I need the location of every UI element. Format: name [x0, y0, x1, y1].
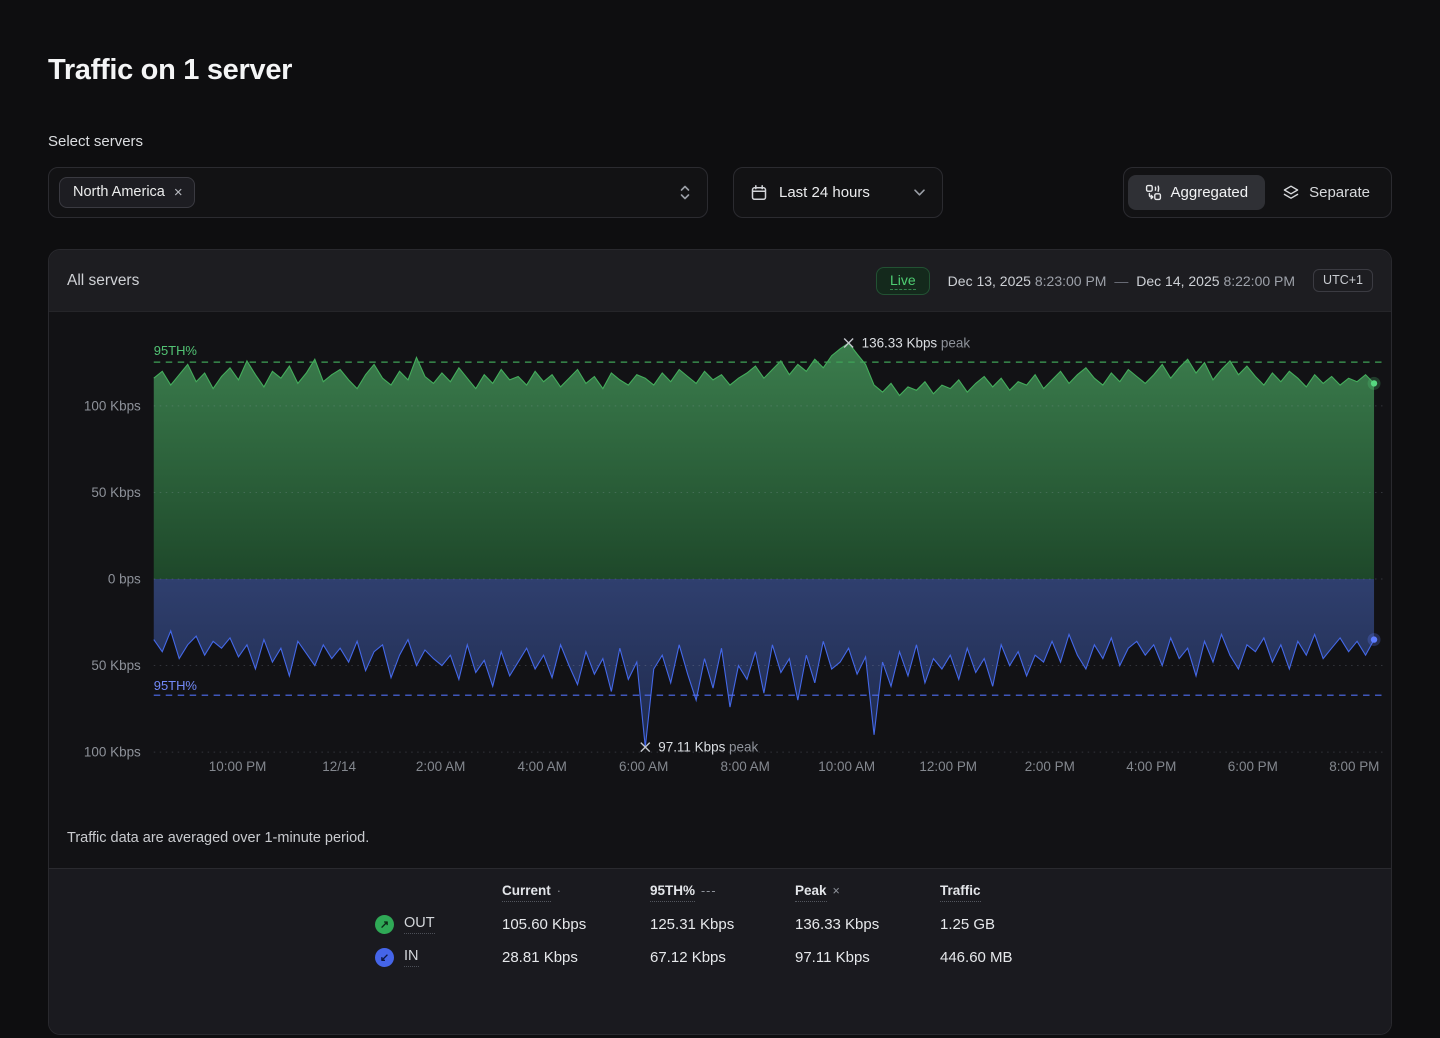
- y-tick-label: 100 Kbps: [84, 745, 141, 760]
- out-label: OUT: [404, 915, 435, 934]
- x-tick-label: 12/14: [322, 759, 356, 774]
- x-tick-label: 4:00 AM: [517, 759, 566, 774]
- selected-server-name: North America: [73, 184, 165, 200]
- x-tick-label: 10:00 PM: [209, 759, 267, 774]
- page-title: Traffic on 1 server: [48, 54, 1392, 87]
- download-arrow-icon: ↙: [375, 948, 394, 967]
- current-dot-icon: ·: [557, 884, 562, 898]
- x-tick-label: 8:00 PM: [1329, 759, 1379, 774]
- out-current: 105.60 Kbps: [502, 909, 650, 940]
- range-dash: —: [1110, 273, 1132, 289]
- table-row-out: ↗ OUT 105.60 Kbps 125.31 Kbps 136.33 Kbp…: [375, 908, 1391, 941]
- live-badge[interactable]: Live: [876, 267, 930, 295]
- controls-row: North America × Last 24 hours: [48, 167, 1392, 218]
- upload-arrow-icon: ↗: [375, 915, 394, 934]
- server-select[interactable]: North America ×: [48, 167, 708, 218]
- view-mode-toggle: Aggregated Separate: [1123, 167, 1392, 218]
- x-tick-label: 2:00 PM: [1025, 759, 1075, 774]
- x-tick-label: 10:00 AM: [818, 759, 875, 774]
- out-95th-label: 95TH%: [154, 343, 198, 358]
- in-95th: 67.12 Kbps: [650, 942, 795, 973]
- traffic-panel: All servers Live Dec 13, 2025 8:23:00 PM…: [48, 249, 1392, 1035]
- in-traffic: 446.60 MB: [940, 942, 1120, 973]
- traffic-chart[interactable]: 95TH% 95TH% 136.33 Kbps peak 97.11 Kbps pea…: [49, 312, 1391, 812]
- aggregated-label: Aggregated: [1171, 184, 1249, 201]
- toggle-separate[interactable]: Separate: [1265, 175, 1387, 211]
- date-start: Dec 13, 2025: [948, 273, 1031, 289]
- panel-title: All servers: [67, 272, 139, 290]
- layers-icon: [1282, 184, 1300, 202]
- col-95th: 95TH%---: [650, 883, 795, 908]
- stats-corner: [375, 891, 502, 901]
- traffic-chart-svg: 95TH% 95TH% 136.33 Kbps peak 97.11 Kbps pea…: [49, 312, 1391, 812]
- time-end: 8:22:00 PM: [1223, 273, 1295, 289]
- time-start: 8:23:00 PM: [1035, 273, 1107, 289]
- chart-footnote: Traffic data are averaged over 1-minute …: [49, 812, 1391, 868]
- in-row-label: ↙ IN: [375, 941, 502, 974]
- percentile-dash-icon: ---: [701, 884, 717, 898]
- calendar-icon: [750, 184, 768, 202]
- col-current: Current·: [502, 883, 650, 908]
- col-peak: Peak×: [795, 883, 940, 908]
- time-range-button[interactable]: Last 24 hours: [733, 167, 943, 218]
- page: Traffic on 1 server Select servers North…: [0, 54, 1440, 1035]
- x-tick-label: 12:00 PM: [919, 759, 977, 774]
- peak-out-label: 136.33 Kbps peak: [862, 335, 971, 350]
- stats-header-row: Current· 95TH%--- Peak× Traffic: [375, 883, 1391, 908]
- in-current: 28.81 Kbps: [502, 942, 650, 973]
- y-tick-label: 50 Kbps: [91, 658, 141, 673]
- aggregate-icon: [1145, 184, 1162, 201]
- x-tick-label: 8:00 AM: [721, 759, 770, 774]
- x-tick-label: 2:00 AM: [416, 759, 465, 774]
- toggle-aggregated[interactable]: Aggregated: [1128, 175, 1266, 210]
- y-tick-label: 100 Kbps: [84, 398, 141, 413]
- separate-label: Separate: [1309, 184, 1370, 201]
- in-peak: 97.11 Kbps: [795, 942, 940, 973]
- remove-server-icon[interactable]: ×: [174, 185, 183, 200]
- in-label: IN: [404, 948, 419, 967]
- time-range-label: Last 24 hours: [779, 184, 870, 201]
- col-traffic: Traffic: [940, 883, 1120, 908]
- timezone-badge[interactable]: UTC+1: [1313, 269, 1373, 292]
- in-area: [154, 579, 1374, 747]
- out-95th: 125.31 Kbps: [650, 909, 795, 940]
- y-tick-label: 0 bps: [108, 571, 141, 586]
- select-servers-label: Select servers: [48, 133, 1392, 150]
- peak-in-label: 97.11 Kbps peak: [658, 740, 758, 755]
- in-95th-label: 95TH%: [154, 678, 198, 693]
- x-tick-label: 6:00 AM: [619, 759, 668, 774]
- peak-x-icon: ×: [833, 884, 841, 898]
- date-range: Dec 13, 2025 8:23:00 PM — Dec 14, 2025 8…: [948, 273, 1295, 289]
- stats-section: Current· 95TH%--- Peak× Traffic ↗ OUT 10…: [49, 868, 1391, 1034]
- date-end: Dec 14, 2025: [1136, 273, 1219, 289]
- panel-header: All servers Live Dec 13, 2025 8:23:00 PM…: [49, 250, 1391, 312]
- out-peak: 136.33 Kbps: [795, 909, 940, 940]
- out-row-label: ↗ OUT: [375, 908, 502, 941]
- x-tick-label: 4:00 PM: [1126, 759, 1176, 774]
- table-row-in: ↙ IN 28.81 Kbps 67.12 Kbps 97.11 Kbps 44…: [375, 941, 1391, 974]
- panel-header-right: Live Dec 13, 2025 8:23:00 PM — Dec 14, 2…: [876, 267, 1373, 295]
- selected-server-chip[interactable]: North America ×: [59, 177, 195, 208]
- select-updown-icon: [678, 184, 692, 201]
- y-tick-label: 50 Kbps: [91, 485, 141, 500]
- x-tick-label: 6:00 PM: [1228, 759, 1278, 774]
- out-traffic: 1.25 GB: [940, 909, 1120, 940]
- chevron-down-icon: [913, 188, 926, 197]
